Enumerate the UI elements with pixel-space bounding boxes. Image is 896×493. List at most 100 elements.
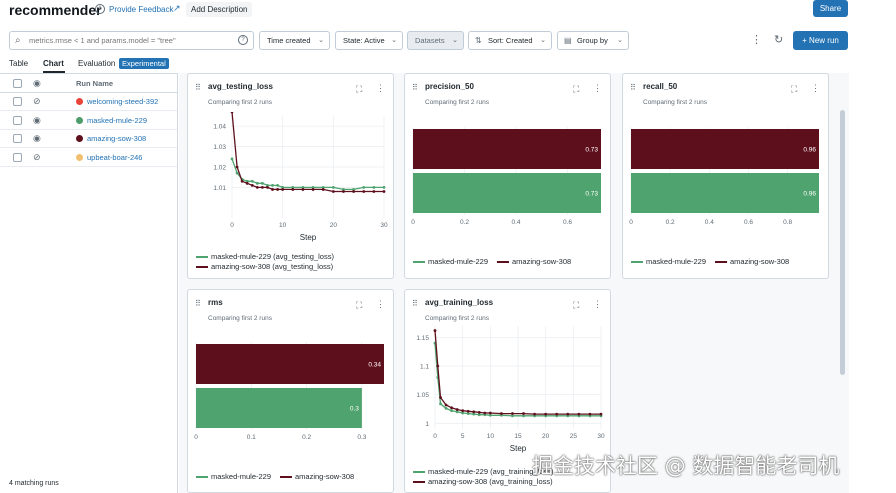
run-name-link[interactable]: welcoming-steed-392 xyxy=(87,97,158,106)
chart-menu-icon[interactable]: ⋮ xyxy=(376,299,385,310)
data-point xyxy=(466,409,470,413)
data-point xyxy=(362,186,366,189)
chart-title: recall_50 xyxy=(643,82,678,91)
run-name-link[interactable]: amazing-sow-308 xyxy=(87,134,146,143)
chart-menu-icon[interactable]: ⋮ xyxy=(593,83,602,94)
data-point xyxy=(235,171,239,175)
chart-menu-icon[interactable]: ⋮ xyxy=(593,299,602,310)
chart-card-recall-50[interactable]: ⠿ recall_50 Comparing first 2 runs ⛶ ⋮ 0… xyxy=(622,73,829,279)
drag-handle-icon[interactable]: ⠿ xyxy=(195,299,201,308)
legend-item: amazing-sow-308 (avg_testing_loss) xyxy=(196,262,333,271)
info-icon[interactable]: i xyxy=(95,4,105,14)
tab-chart[interactable]: Chart xyxy=(43,59,64,68)
data-point xyxy=(433,329,437,332)
add-description-button[interactable]: Add Description xyxy=(186,2,253,17)
datasets-dropdown[interactable]: Datasets ⌄ xyxy=(407,31,464,50)
expand-icon[interactable]: ⛶ xyxy=(356,84,362,95)
eye-slash-icon[interactable]: ⊘ xyxy=(33,96,41,107)
data-point xyxy=(271,183,274,187)
data-point xyxy=(281,188,285,191)
more-options-icon[interactable]: ⋮ xyxy=(751,33,762,46)
x-tick-label: 0.2 xyxy=(460,219,469,226)
new-run-button[interactable]: + New run xyxy=(793,31,848,50)
eye-icon[interactable]: ◉ xyxy=(33,78,41,89)
legend-label: masked-mule-229 xyxy=(646,257,707,266)
data-point xyxy=(291,188,295,191)
drag-handle-icon[interactable]: ⠿ xyxy=(412,83,418,92)
chart-card-precision-50[interactable]: ⠿ precision_50 Comparing first 2 runs ⛶ … xyxy=(404,73,611,279)
expand-icon[interactable]: ⛶ xyxy=(791,84,797,95)
bar-value-label: 0.3 xyxy=(350,406,359,413)
run-row[interactable]: ⊘ upbeat-boar-246 xyxy=(0,149,177,167)
eye-icon[interactable]: ◉ xyxy=(33,115,41,126)
data-point xyxy=(439,402,442,406)
group-by-dropdown[interactable]: ▤ Group by ⌄ xyxy=(557,31,629,50)
bar xyxy=(196,344,384,384)
scrollbar[interactable] xyxy=(840,110,845,375)
expand-icon[interactable]: ⛶ xyxy=(573,84,579,95)
x-tick-label: 10 xyxy=(279,222,287,229)
bar xyxy=(631,173,819,213)
data-point xyxy=(250,183,254,187)
select-all-checkbox[interactable] xyxy=(13,79,22,88)
run-name-link[interactable]: masked-mule-229 xyxy=(87,116,147,125)
legend-label: amazing-sow-308 xyxy=(512,257,572,266)
x-tick-label: 0.6 xyxy=(563,219,572,226)
eye-slash-icon[interactable]: ⊘ xyxy=(33,152,41,163)
search-input[interactable] xyxy=(29,34,239,47)
run-row[interactable]: ⊘ welcoming-steed-392 xyxy=(0,93,177,111)
chart-area: ⠿ avg_testing_loss Comparing first 2 run… xyxy=(179,73,849,493)
legend-label: masked-mule-229 xyxy=(428,257,489,266)
run-checkbox[interactable] xyxy=(13,134,22,143)
data-point xyxy=(436,364,440,368)
run-row[interactable]: ◉ masked-mule-229 xyxy=(0,112,177,130)
drag-handle-icon[interactable]: ⠿ xyxy=(195,83,201,92)
data-point xyxy=(261,186,264,189)
eye-icon[interactable]: ◉ xyxy=(33,133,41,144)
expand-icon[interactable]: ⛶ xyxy=(356,300,362,311)
chart-subtitle: Comparing first 2 runs xyxy=(208,99,272,106)
provide-feedback-link[interactable]: Provide Feedback xyxy=(109,5,173,14)
run-color-dot xyxy=(76,116,83,124)
run-row[interactable]: ◉ amazing-sow-308 xyxy=(0,130,177,148)
chart-card-avg-testing-loss[interactable]: ⠿ avg_testing_loss Comparing first 2 run… xyxy=(187,73,394,279)
time-created-dropdown[interactable]: Time created ⌄ xyxy=(259,31,330,50)
run-list: ◉ Run Name ⊘ welcoming-steed-392 ◉ masked-m… xyxy=(0,73,178,493)
run-checkbox[interactable] xyxy=(13,97,22,106)
chart-menu-icon[interactable]: ⋮ xyxy=(811,83,820,94)
run-list-header: ◉ Run Name xyxy=(0,74,177,93)
x-tick-label: 0.6 xyxy=(744,219,753,226)
run-checkbox[interactable] xyxy=(13,152,22,162)
chart-title: avg_testing_loss xyxy=(208,82,273,91)
refresh-icon[interactable]: ↻ xyxy=(774,33,783,46)
sort-dropdown[interactable]: ⇅ Sort: Created ⌄ xyxy=(468,31,552,50)
bar-value-label: 0.73 xyxy=(585,191,598,198)
share-button[interactable]: Share xyxy=(813,0,848,17)
run-name-link[interactable]: upbeat-boar-246 xyxy=(87,153,142,162)
data-point xyxy=(230,157,234,161)
chart-plot: 0 0.1 0.2 0.3 0.34 0.3 xyxy=(194,342,384,441)
bar-value-label: 0.34 xyxy=(368,362,381,369)
chevron-down-icon: ⌄ xyxy=(318,37,324,44)
drag-handle-icon[interactable]: ⠿ xyxy=(412,299,418,308)
search-field[interactable]: ⌕ ? xyxy=(9,31,254,50)
expand-icon[interactable]: ⛶ xyxy=(573,300,579,311)
tab-evaluation[interactable]: Evaluation xyxy=(78,59,115,68)
data-point xyxy=(450,409,453,413)
chart-card-rms[interactable]: ⠿ rms Comparing first 2 runs ⛶ ⋮ 0 0.1 0.2… xyxy=(187,289,394,493)
data-point xyxy=(444,403,448,407)
bar xyxy=(631,129,819,169)
chart-menu-icon[interactable]: ⋮ xyxy=(376,83,385,94)
legend-swatch xyxy=(196,256,208,259)
state-dropdown[interactable]: State: Active ⌄ xyxy=(335,31,403,50)
drag-handle-icon[interactable]: ⠿ xyxy=(630,83,636,92)
run-checkbox[interactable] xyxy=(13,115,22,125)
data-point xyxy=(382,186,386,189)
chevron-down-icon: ⌄ xyxy=(452,37,458,44)
legend-swatch xyxy=(413,261,425,264)
legend-item: masked-mule-229 xyxy=(631,257,706,266)
help-icon[interactable]: ? xyxy=(238,35,248,45)
tab-table[interactable]: Table xyxy=(9,59,28,68)
data-point xyxy=(511,412,514,415)
data-point xyxy=(439,396,442,399)
